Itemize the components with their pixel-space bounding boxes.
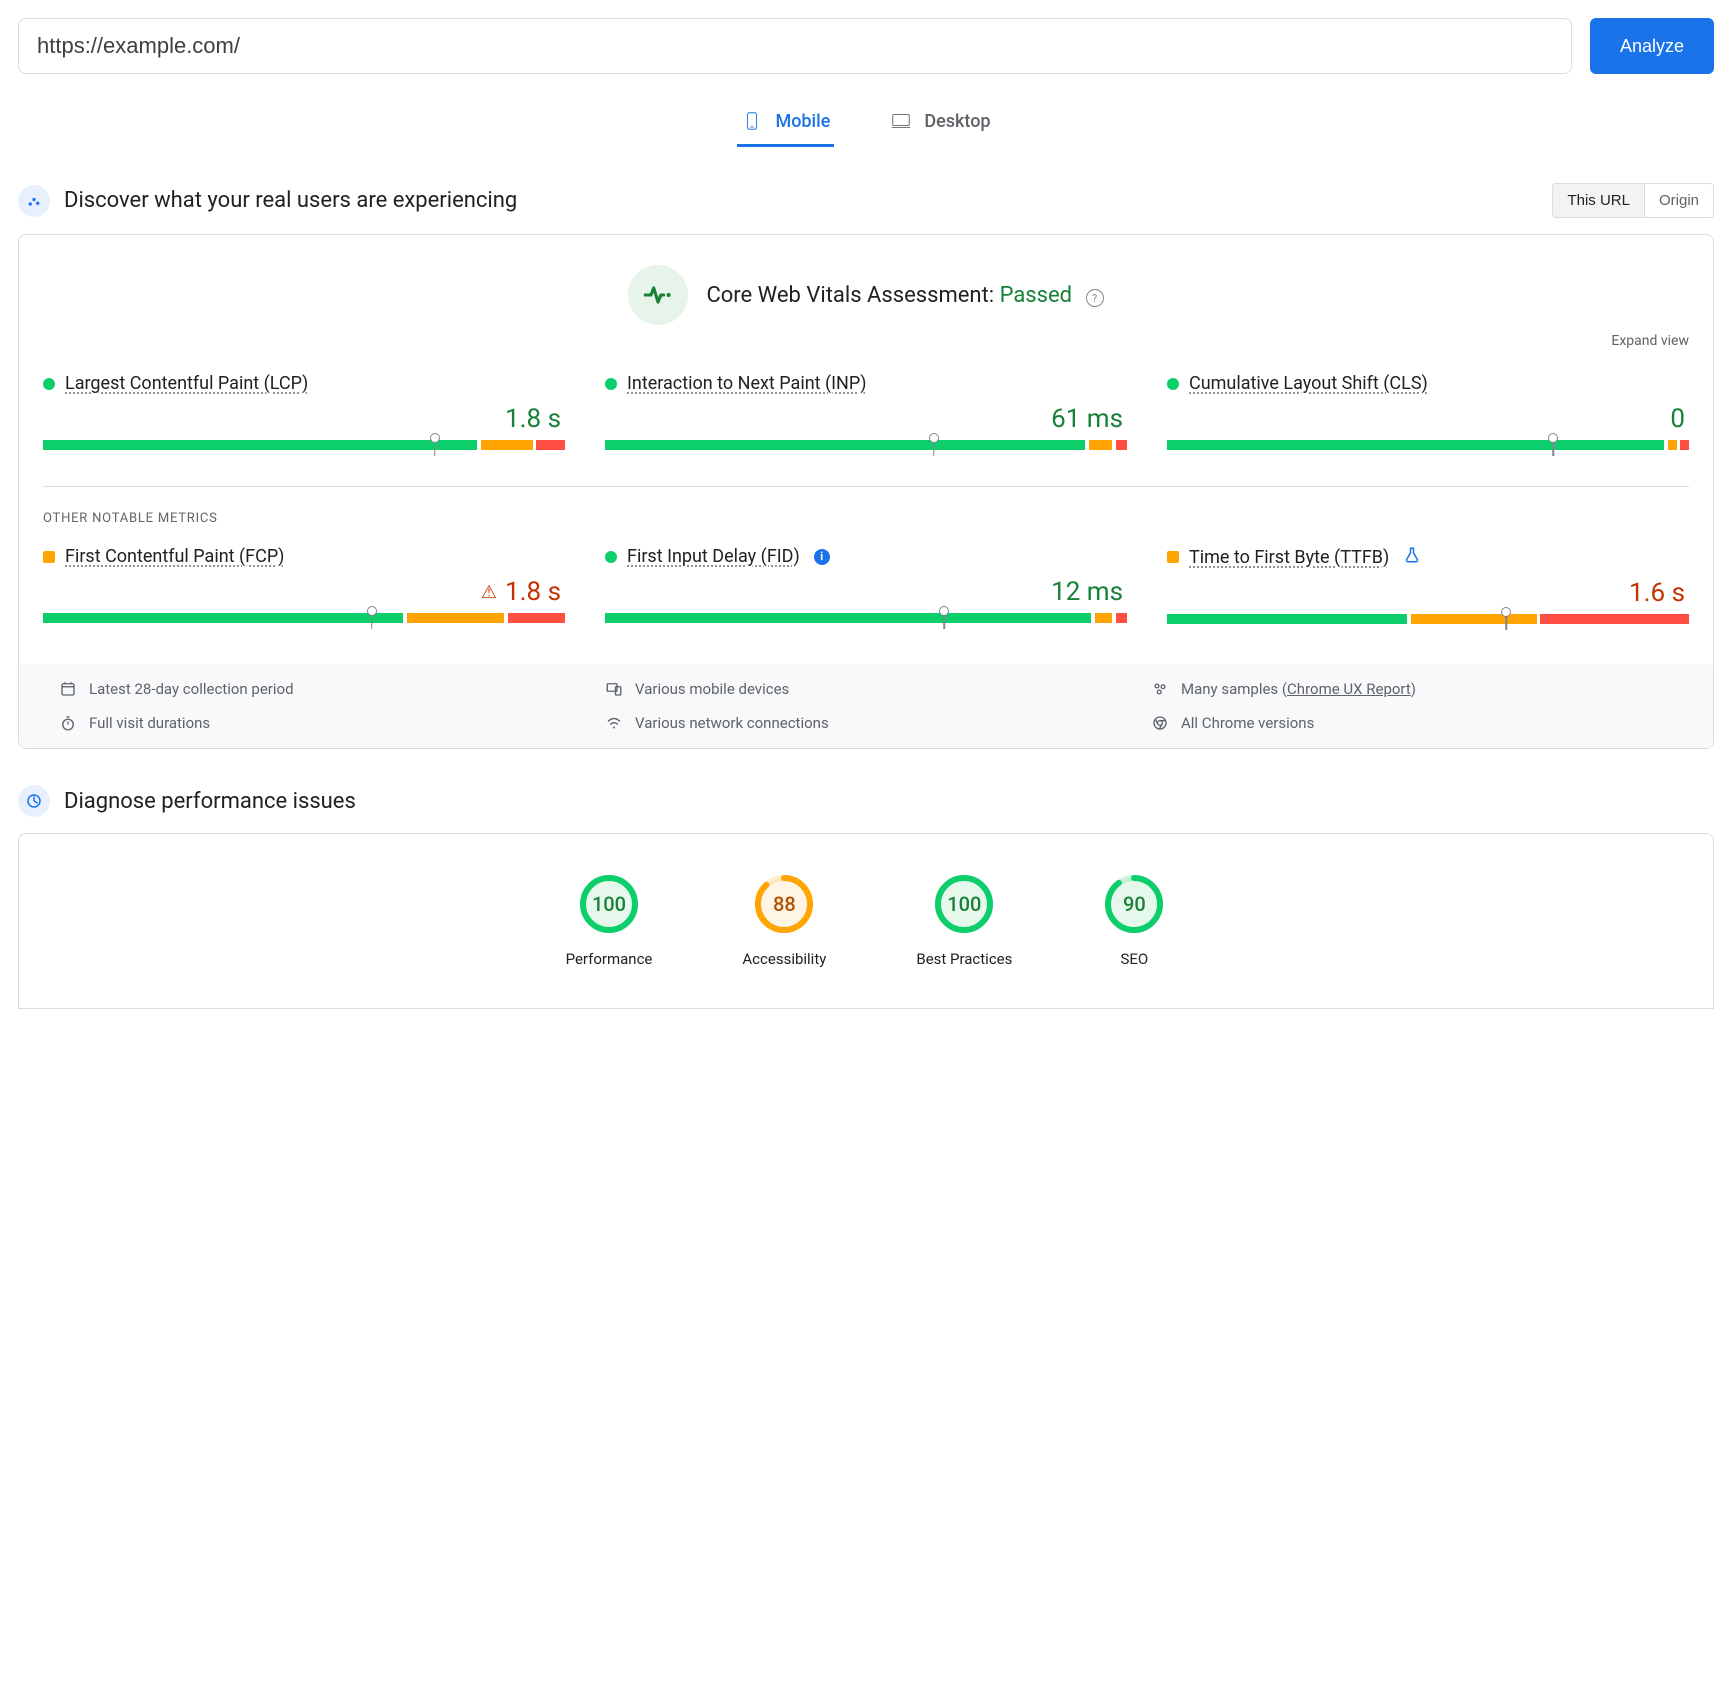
metric-value: 0 [1670,404,1685,434]
distribution-bar [1167,614,1689,624]
analyze-button[interactable]: Analyze [1590,18,1714,74]
expand-view-link[interactable]: Expand view [43,333,1689,349]
gauge-label: Best Practices [916,950,1012,968]
devices-icon [605,680,623,698]
tab-desktop-label: Desktop [924,111,990,132]
help-icon[interactable]: ? [1086,289,1104,307]
info-durations: Full visit durations [89,714,210,732]
scope-origin[interactable]: Origin [1644,184,1713,217]
gauge-label: Accessibility [742,950,826,968]
gauge-ring: 90 [1102,872,1166,936]
assessment-label: Core Web Vitals Assessment: [706,283,994,308]
metric-value: 12 ms [1051,577,1123,607]
network-icon [605,714,623,732]
distribution-bar [605,440,1127,450]
percentile-marker [929,433,939,443]
info-samples: Many samples (Chrome UX Report) [1181,680,1416,698]
percentile-marker [1501,607,1511,617]
calendar-icon [59,680,77,698]
gauge-ring: 100 [932,872,996,936]
scope-this-url[interactable]: This URL [1553,184,1644,217]
status-dot [43,378,55,390]
flask-icon[interactable] [1403,546,1421,568]
gauge-best-practices[interactable]: 100 Best Practices [916,872,1012,968]
url-input[interactable] [18,18,1572,74]
percentile-marker [430,433,440,443]
metric: Interaction to Next Paint (INP) 61 ms [605,373,1127,450]
vitals-pulse-icon [628,265,688,325]
gauge-seo[interactable]: 90 SEO [1102,872,1166,968]
percentile-marker [367,606,377,616]
lighthouse-heading: Diagnose performance issues [64,789,1714,814]
metric: Largest Contentful Paint (LCP) 1.8 s [43,373,565,450]
info-network: Various network connections [635,714,829,732]
gauge-performance[interactable]: 100 Performance [566,872,653,968]
desktop-icon [890,110,912,132]
divider [43,486,1689,487]
info-devices: Various mobile devices [635,680,789,698]
metric: Cumulative Layout Shift (CLS) 0 [1167,373,1689,450]
tab-mobile[interactable]: Mobile [737,102,834,147]
gauge-ring: 100 [577,872,641,936]
gauge-accessibility[interactable]: 88 Accessibility [742,872,826,968]
tab-mobile-label: Mobile [775,111,830,132]
chrome-icon [1151,714,1169,732]
mobile-icon [741,110,763,132]
info-icon[interactable]: i [814,549,830,565]
gauge-score: 88 [752,872,816,936]
crux-report-link[interactable]: Chrome UX Report [1287,680,1411,698]
tab-desktop[interactable]: Desktop [886,102,994,147]
collection-info-panel: Latest 28-day collection period Various … [19,664,1713,748]
status-dot [43,551,55,563]
info-versions: All Chrome versions [1181,714,1314,732]
distribution-bar [43,613,565,623]
stopwatch-icon [59,714,77,732]
samples-icon [1151,680,1169,698]
metric: First Contentful Paint (FCP) ⚠ 1.8 s [43,546,565,624]
metric: First Input Delay (FID) i 12 ms [605,546,1127,624]
assessment-text: Core Web Vitals Assessment: Passed ? [706,283,1103,308]
percentile-marker [1548,433,1558,443]
distribution-bar [43,440,565,450]
metric-value: 1.6 s [1629,578,1685,608]
percentile-marker [939,606,949,616]
metric-value: 61 ms [1051,404,1123,434]
warning-icon: ⚠ [481,582,497,603]
assessment-status: Passed [1000,283,1073,308]
field-data-card: Core Web Vitals Assessment: Passed ? Exp… [18,234,1714,749]
status-dot [1167,551,1179,563]
gauge-score: 100 [932,872,996,936]
info-collection-period: Latest 28-day collection period [89,680,294,698]
scope-segmented-control: This URL Origin [1552,183,1714,218]
lighthouse-icon [18,785,50,817]
other-metrics-heading: OTHER NOTABLE METRICS [43,511,1689,526]
gauge-score: 100 [577,872,641,936]
metric-name[interactable]: Cumulative Layout Shift (CLS) [1189,373,1428,394]
metric-value: 1.8 s [505,577,561,607]
metric-name[interactable]: Time to First Byte (TTFB) [1189,547,1389,568]
field-data-icon [18,185,50,217]
metric-name[interactable]: Interaction to Next Paint (INP) [627,373,867,394]
metric-name[interactable]: Largest Contentful Paint (LCP) [65,373,308,394]
gauge-label: Performance [566,950,653,968]
status-dot [605,551,617,563]
metric: Time to First Byte (TTFB) 1.6 s [1167,546,1689,624]
distribution-bar [605,613,1127,623]
gauge-score: 90 [1102,872,1166,936]
metric-name[interactable]: First Contentful Paint (FCP) [65,546,284,567]
status-dot [605,378,617,390]
metric-name[interactable]: First Input Delay (FID) [627,546,800,567]
gauge-ring: 88 [752,872,816,936]
status-dot [1167,378,1179,390]
lighthouse-card: 100 Performance 88 Accessibility 100 Best Pra… [18,833,1714,1009]
metric-value: 1.8 s [505,404,561,434]
gauge-label: SEO [1121,950,1149,968]
field-data-heading: Discover what your real users are experi… [64,188,1538,213]
distribution-bar [1167,440,1689,450]
